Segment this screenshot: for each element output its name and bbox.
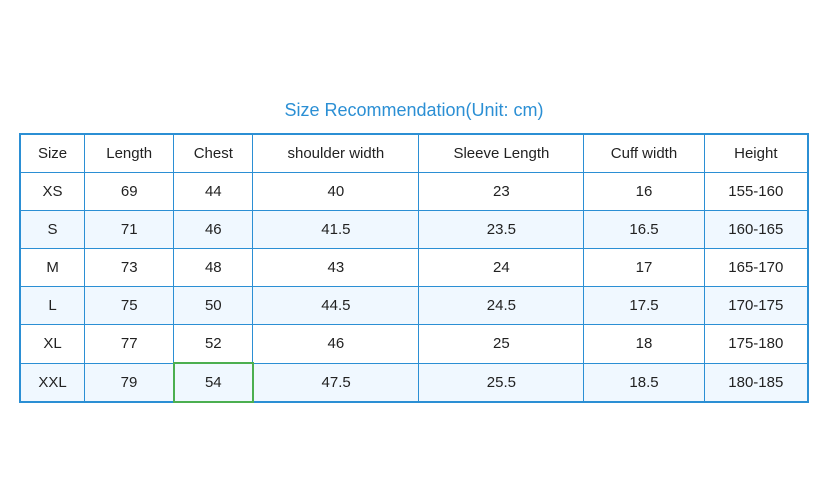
table-cell: 46 — [174, 211, 253, 249]
table-cell: 71 — [85, 211, 174, 249]
table-cell: 47.5 — [253, 363, 419, 402]
col-header-cuff-width: Cuff width — [584, 134, 704, 173]
col-header-chest: Chest — [174, 134, 253, 173]
table-cell: 23 — [419, 173, 584, 211]
table-cell: 48 — [174, 249, 253, 287]
table-cell: 41.5 — [253, 211, 419, 249]
table-cell: 77 — [85, 325, 174, 364]
col-header-length: Length — [85, 134, 174, 173]
table-cell: 24 — [419, 249, 584, 287]
table-cell: 16.5 — [584, 211, 704, 249]
table-cell: 170-175 — [704, 287, 808, 325]
table-cell: 180-185 — [704, 363, 808, 402]
table-cell: 43 — [253, 249, 419, 287]
table-cell: 25 — [419, 325, 584, 364]
table-cell: 79 — [85, 363, 174, 402]
table-cell: 155-160 — [704, 173, 808, 211]
table-row: XL7752462518175-180 — [20, 325, 808, 364]
table-cell: 25.5 — [419, 363, 584, 402]
table-cell: 17.5 — [584, 287, 704, 325]
table-cell: 73 — [85, 249, 174, 287]
table-cell: XS — [20, 173, 85, 211]
table-cell: M — [20, 249, 85, 287]
table-body: XS6944402316155-160S714641.523.516.5160-… — [20, 173, 808, 403]
table-cell: 16 — [584, 173, 704, 211]
col-header-sleeve-length: Sleeve Length — [419, 134, 584, 173]
col-header-size: Size — [20, 134, 85, 173]
table-cell: 17 — [584, 249, 704, 287]
table-cell: S — [20, 211, 85, 249]
table-cell: 50 — [174, 287, 253, 325]
table-cell: 46 — [253, 325, 419, 364]
table-cell: 23.5 — [419, 211, 584, 249]
table-cell: 44.5 — [253, 287, 419, 325]
table-row: L755044.524.517.5170-175 — [20, 287, 808, 325]
table-cell: 44 — [174, 173, 253, 211]
table-cell: XXL — [20, 363, 85, 402]
col-header-shoulder-width: shoulder width — [253, 134, 419, 173]
table-cell: 54 — [174, 363, 253, 402]
table-cell: 52 — [174, 325, 253, 364]
table-row: M7348432417165-170 — [20, 249, 808, 287]
size-table: SizeLengthChestshoulder widthSleeve Leng… — [19, 133, 809, 403]
table-cell: L — [20, 287, 85, 325]
col-header-height: Height — [704, 134, 808, 173]
table-cell: 160-165 — [704, 211, 808, 249]
table-title: Size Recommendation(Unit: cm) — [19, 100, 809, 121]
table-cell: 18.5 — [584, 363, 704, 402]
table-cell: XL — [20, 325, 85, 364]
table-row: S714641.523.516.5160-165 — [20, 211, 808, 249]
table-cell: 175-180 — [704, 325, 808, 364]
table-cell: 40 — [253, 173, 419, 211]
size-recommendation-container: Size Recommendation(Unit: cm) SizeLength… — [9, 90, 819, 413]
table-header-row: SizeLengthChestshoulder widthSleeve Leng… — [20, 134, 808, 173]
table-cell: 18 — [584, 325, 704, 364]
table-row: XXL795447.525.518.5180-185 — [20, 363, 808, 402]
table-cell: 75 — [85, 287, 174, 325]
table-cell: 69 — [85, 173, 174, 211]
table-row: XS6944402316155-160 — [20, 173, 808, 211]
table-cell: 165-170 — [704, 249, 808, 287]
table-cell: 24.5 — [419, 287, 584, 325]
